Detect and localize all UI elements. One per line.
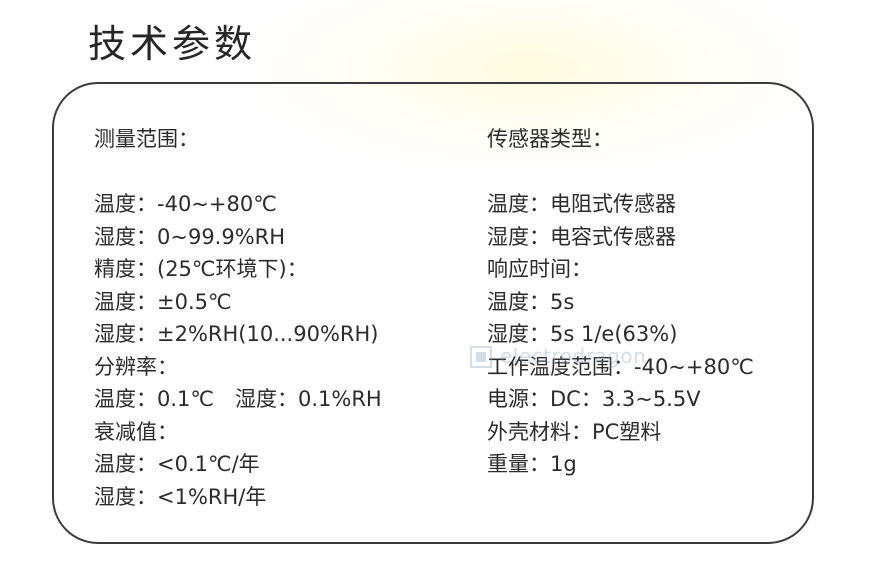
list-item: 湿度：<1%RH/年	[94, 484, 267, 509]
list-item: 重量：1g	[487, 452, 577, 476]
list-item: 湿度：5s 1/e(63%)	[487, 322, 678, 346]
list-item: 外壳材料：PC塑料	[487, 419, 662, 444]
spacer-row	[94, 156, 454, 189]
sensor-type-heading: 传感器类型：	[487, 127, 613, 151]
list-item: 电源：DC：3.3~5.5V	[487, 387, 701, 411]
measure-range-heading: 测量范围：	[94, 127, 199, 151]
list-item: 响应时间：	[487, 257, 592, 281]
list-item: 湿度：电容式传感器	[487, 224, 676, 249]
list-item: 精度：(25℃环境下)：	[94, 257, 308, 281]
spec-list-left: 测量范围： 温度：-40~+80℃ 湿度：0~99.9%RH 精度：(25℃环境…	[94, 123, 454, 513]
list-item: 温度：±0.5℃	[94, 289, 232, 314]
list-item: 温度：电阻式传感器	[487, 192, 676, 216]
list-item: 温度：<0.1℃/年	[94, 452, 260, 476]
spacer-row	[487, 156, 817, 189]
list-item: 工作温度范围：-40~+80℃	[487, 354, 754, 379]
list-item: 温度：5s	[487, 289, 575, 314]
page-title: 技术参数	[88, 22, 257, 66]
list-item: 温度：0.1℃ 湿度：0.1%RH	[94, 387, 382, 411]
list-item: 湿度：0~99.9%RH	[94, 224, 286, 249]
list-item: 分辨率：	[94, 354, 178, 379]
list-item: 衰减值：	[94, 419, 178, 444]
spec-list-right: 传感器类型： 温度：电阻式传感器 湿度：电容式传感器 响应时间： 温度：5s 湿…	[487, 123, 817, 481]
list-item: 温度：-40~+80℃	[94, 192, 277, 216]
list-item: 湿度：±2%RH(10...90%RH)	[94, 322, 379, 346]
